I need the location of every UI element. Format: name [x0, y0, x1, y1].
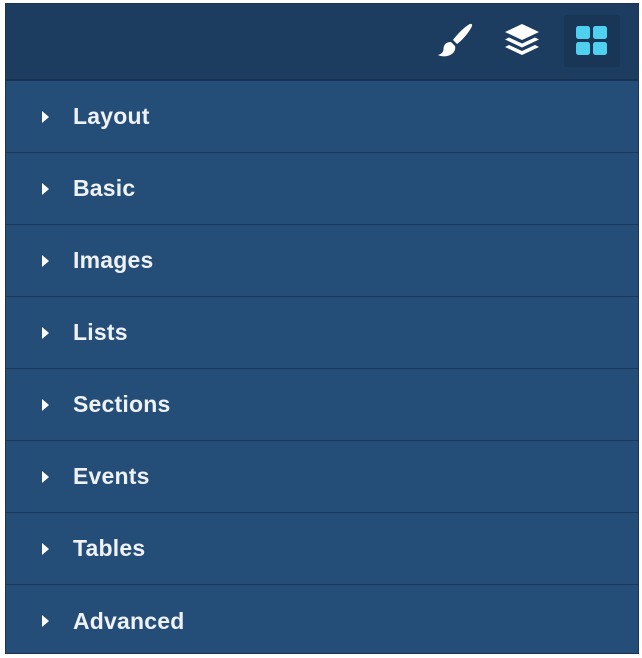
- paint-brush-icon: [438, 23, 473, 57]
- category-tables[interactable]: Tables: [6, 513, 638, 585]
- category-advanced[interactable]: Advanced: [6, 585, 638, 653]
- caret-right-icon: [42, 110, 49, 123]
- layer-manager-button[interactable]: [494, 15, 550, 67]
- category-label: Images: [73, 247, 154, 273]
- category-label: Lists: [73, 319, 128, 345]
- style-manager-button[interactable]: [426, 15, 482, 67]
- category-lists[interactable]: Lists: [6, 297, 638, 369]
- caret-right-icon: [42, 542, 49, 555]
- panel-toolbar: [6, 4, 638, 81]
- caret-right-icon: [42, 398, 49, 411]
- blocks-grid-icon: [576, 26, 607, 55]
- category-label: Events: [73, 463, 150, 489]
- category-events[interactable]: Events: [6, 441, 638, 513]
- category-label: Advanced: [73, 607, 185, 634]
- caret-right-icon: [42, 615, 49, 627]
- blocks-button[interactable]: [564, 15, 620, 67]
- category-label: Basic: [73, 175, 136, 201]
- caret-right-icon: [42, 182, 49, 195]
- blocks-panel: Layout Basic Images Lists Sections Event…: [5, 3, 639, 654]
- block-categories: Layout Basic Images Lists Sections Event…: [6, 81, 638, 653]
- caret-right-icon: [42, 470, 49, 483]
- category-basic[interactable]: Basic: [6, 153, 638, 225]
- caret-right-icon: [42, 326, 49, 339]
- category-label: Tables: [73, 535, 146, 561]
- category-sections[interactable]: Sections: [6, 369, 638, 441]
- caret-right-icon: [42, 254, 49, 267]
- category-label: Layout: [73, 103, 150, 129]
- category-layout[interactable]: Layout: [6, 81, 638, 153]
- category-label: Sections: [73, 391, 171, 417]
- layers-icon: [505, 24, 539, 55]
- category-images[interactable]: Images: [6, 225, 638, 297]
